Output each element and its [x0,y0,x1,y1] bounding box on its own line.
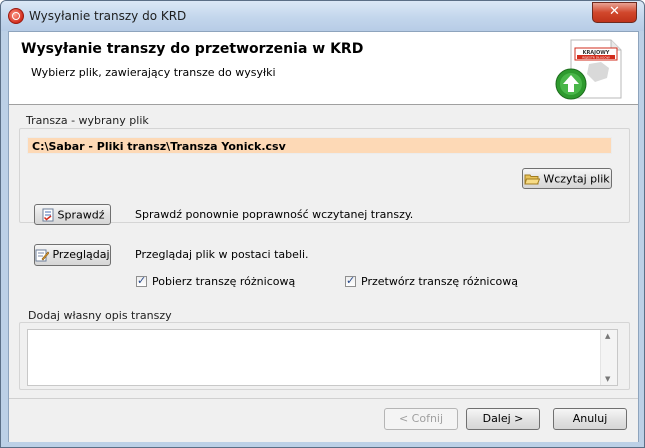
page-subtitle: Wybierz plik, zawierający transze do wys… [31,66,276,79]
process-diff-label[interactable]: Przetwórz transzę różnicową [361,275,518,288]
document-edit-icon [35,249,50,262]
check-button[interactable]: Sprawdź [34,204,111,225]
checklist-icon [42,208,53,222]
wizard-header: Wysyłanie transzy do przetworzenia w KRD… [9,32,638,105]
load-file-label: Wczytaj plik [543,172,610,186]
browse-button[interactable]: Przeglądaj [34,244,111,266]
krd-upload-logo-icon: KRAJOWY REJESTR DŁUGÓW [555,39,622,100]
fetch-diff-checkbox[interactable] [136,274,147,287]
description-label: Dodaj własny opis transzy [28,309,172,322]
file-section-label: Transza - wybrany plik [26,114,149,127]
check-button-label: Sprawdź [57,208,105,222]
browse-button-label: Przeglądaj [52,248,110,261]
description-scrollbar[interactable]: ▲ ▼ [600,330,617,385]
window-title: Wysyłanie transzy do KRD [29,9,187,23]
back-button[interactable]: < Cofnij [384,408,458,430]
scroll-up-icon[interactable]: ▲ [605,332,610,340]
close-button[interactable]: ✕ [592,2,637,23]
scroll-down-icon[interactable]: ▼ [605,375,610,383]
fetch-diff-label[interactable]: Pobierz transzę różnicową [152,275,295,288]
process-diff-checkbox[interactable] [345,274,356,287]
logo-text-line2: REJESTR DŁUGÓW [582,54,609,59]
dialog-window: Wysyłanie transzy do KRD ✕ Wysyłanie tra… [0,0,645,448]
next-button[interactable]: Dalej > [466,408,540,430]
page-title: Wysyłanie transzy do przetworzenia w KRD [21,41,364,57]
folder-open-icon [524,174,541,184]
cancel-button[interactable]: Anuluj [553,408,627,430]
app-icon [8,8,24,24]
title-bar[interactable]: Wysyłanie transzy do KRD ✕ [1,1,644,31]
wizard-footer: < Cofnij Dalej > Anuluj [9,398,638,442]
check-description: Sprawdź ponownie poprawność wczytanej tr… [135,208,414,221]
selected-file-path: C:\Sabar - Pliki transz\Transza Yonick.c… [27,137,612,154]
dialog-client: Wysyłanie transzy do przetworzenia w KRD… [8,31,639,442]
description-textarea[interactable]: ▲ ▼ [27,329,618,386]
browse-description: Przeglądaj plik w postaci tabeli. [135,248,309,261]
load-file-button[interactable]: Wczytaj plik [522,168,612,189]
